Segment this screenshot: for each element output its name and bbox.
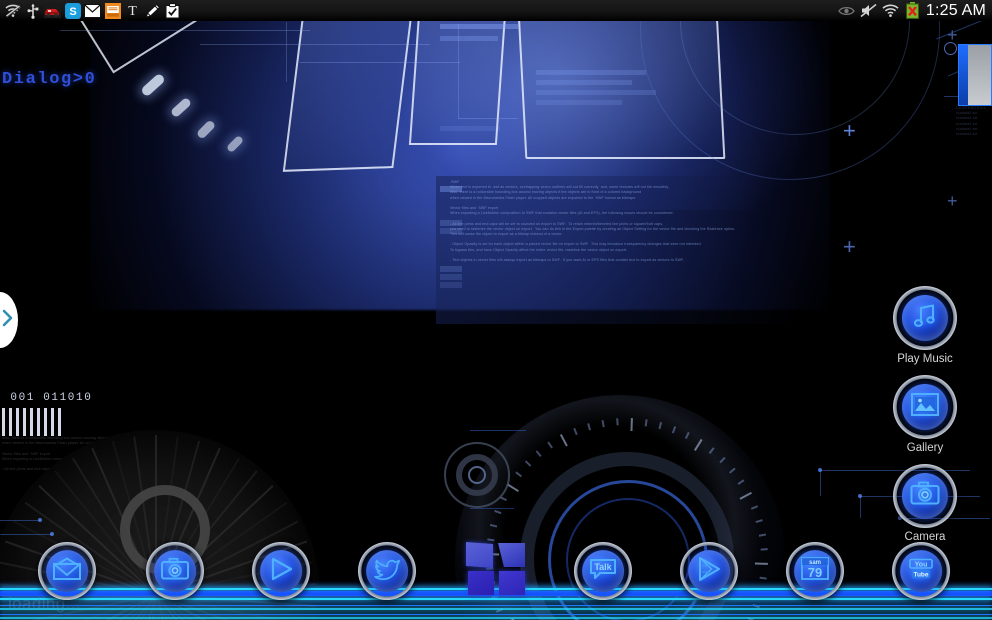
youtube-orb[interactable]: You Tube	[892, 542, 950, 600]
shortcut-gallery[interactable]: Gallery	[893, 375, 957, 454]
wallpaper-node	[50, 532, 54, 536]
wallpaper-mark	[440, 266, 462, 272]
wallpaper-line	[200, 44, 430, 45]
wallpaper-circuit	[470, 508, 514, 509]
dock-item-video-player[interactable]	[252, 542, 310, 600]
calendar-day-label: 79	[808, 565, 822, 580]
shortcut-label: Gallery	[906, 442, 944, 454]
package-app-icon	[104, 2, 121, 19]
dock-item-camera[interactable]	[146, 542, 204, 600]
play-triangle-icon	[267, 556, 295, 587]
wallpaper-node	[858, 494, 862, 498]
wallpaper-hud-circle	[944, 42, 957, 55]
camera-orb[interactable]	[893, 464, 957, 528]
wallpaper-circuit	[860, 496, 861, 518]
gmail-icon	[84, 2, 101, 19]
wallpaper-micro-text: .SWF When text is exported to .swf as ve…	[450, 180, 736, 263]
chat-bubble-talk-icon: Talk	[588, 557, 618, 586]
wallpaper-circuit	[0, 520, 40, 521]
play-store-orb[interactable]	[680, 542, 738, 600]
svg-text:S: S	[69, 6, 76, 18]
music-note-icon	[910, 301, 940, 336]
wallpaper-node	[818, 468, 822, 472]
wallpaper-mark	[440, 282, 462, 288]
wifi-off-icon	[4, 2, 21, 19]
talk-label: Talk	[594, 562, 612, 572]
wallpaper-dim-text: DOORTRETD3=1 scadata3 sct scadata3 val s…	[956, 106, 986, 137]
camera-icon	[160, 557, 190, 586]
eye-icon	[838, 2, 855, 19]
wallpaper-plus: +	[843, 118, 856, 143]
skype-icon: S	[64, 2, 81, 19]
tasks-icon	[164, 2, 181, 19]
battery-error-icon	[904, 2, 921, 19]
dock-item-email[interactable]	[38, 542, 96, 600]
wallpaper-barcode	[2, 408, 64, 436]
camera-icon	[910, 481, 940, 511]
shortcut-play-music[interactable]: Play Music	[893, 286, 957, 365]
wallpaper-circuit	[0, 534, 52, 535]
shortcut-camera[interactable]: Camera	[893, 464, 957, 543]
twitter-bird-icon	[372, 556, 402, 587]
home-shortcut-column: Play Music Gallery Camera	[876, 286, 974, 543]
wallpaper-line	[300, 62, 460, 63]
mail-envelope-icon	[52, 556, 82, 586]
twitter-orb[interactable]	[358, 542, 416, 600]
calendar-orb[interactable]: sam 79	[786, 542, 844, 600]
svg-text:T: T	[128, 4, 137, 18]
wallpaper: + + + + .SWF When text is exported to .s…	[0, 0, 992, 620]
wallpaper-binary-text: 0 001 011010	[0, 392, 93, 404]
photo-frame-icon	[910, 392, 940, 423]
status-bar-system: 1:25 AM	[838, 2, 992, 20]
play-music-orb[interactable]	[893, 286, 957, 350]
status-clock: 1:25 AM	[925, 1, 986, 19]
wallpaper-plus: +	[947, 191, 958, 211]
play-store-icon	[694, 556, 724, 587]
mute-icon	[860, 2, 877, 19]
wallpaper-node	[38, 518, 42, 522]
dock-item-talk[interactable]: Talk	[574, 542, 632, 600]
wallpaper-plus: +	[843, 234, 856, 259]
dock-item-youtube[interactable]: You Tube	[892, 542, 950, 600]
dock-item-calendar[interactable]: sam 79	[786, 542, 844, 600]
talk-orb[interactable]: Talk	[574, 542, 632, 600]
marker-icon	[144, 2, 161, 19]
car-app-icon	[44, 2, 61, 19]
wallpaper-hud-circle	[468, 466, 486, 484]
youtube-top-label: You	[915, 561, 928, 568]
dock-item-play-store[interactable]	[680, 542, 738, 600]
chevron-right-icon	[1, 309, 14, 332]
gallery-orb[interactable]	[893, 375, 957, 439]
calendar-icon: sam 79	[799, 556, 831, 587]
camera-orb[interactable]	[146, 542, 204, 600]
grid-tiles-icon	[466, 542, 530, 599]
wallpaper-mini-window	[958, 44, 992, 106]
wallpaper-mark	[440, 274, 462, 280]
nytimes-icon: T	[124, 2, 141, 19]
dock: loading... Talk sam 79 You Tube	[0, 538, 992, 620]
status-bar-notifications: S T	[0, 2, 181, 19]
dock-item-twitter[interactable]	[358, 542, 416, 600]
wallpaper-line	[60, 30, 310, 31]
email-orb[interactable]	[38, 542, 96, 600]
wallpaper-circuit	[470, 430, 526, 431]
status-bar: S T 1:25 AM	[0, 0, 992, 21]
usb-icon	[24, 2, 41, 19]
dialog-overlay-text: Dialog>0	[2, 70, 97, 89]
video-player-orb[interactable]	[252, 542, 310, 600]
wallpaper-circuit	[820, 470, 821, 496]
dock-item-app-drawer[interactable]	[466, 542, 530, 600]
wifi-icon	[882, 2, 899, 19]
youtube-icon: You Tube	[906, 556, 936, 587]
shortcut-label: Play Music	[897, 353, 953, 365]
youtube-bottom-label: Tube	[913, 571, 928, 578]
wallpaper-line	[286, 22, 287, 82]
